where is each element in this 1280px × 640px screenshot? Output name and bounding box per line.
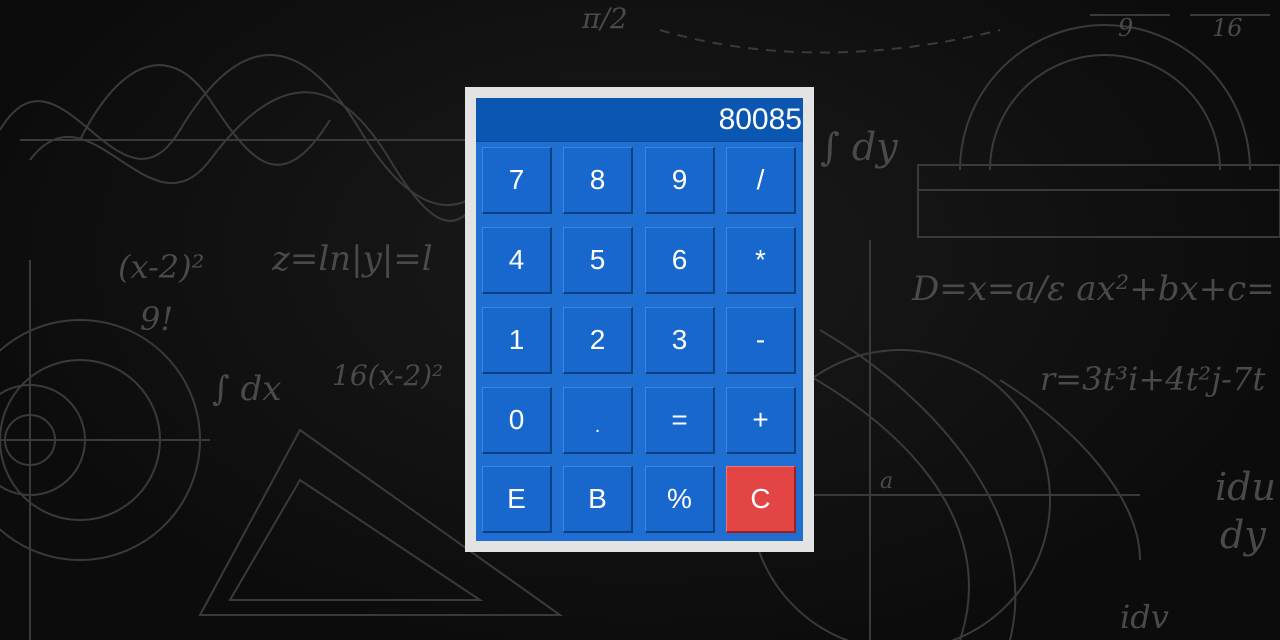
key-9[interactable]: 9 bbox=[645, 147, 715, 214]
svg-text:∫ dy: ∫ dy bbox=[820, 125, 898, 169]
svg-text:a: a bbox=[880, 469, 893, 494]
svg-text:idv: idv bbox=[1120, 598, 1169, 636]
calculator-window: 80085 7 8 9 / 4 5 6 * 1 2 3 - 0 . = + E … bbox=[465, 87, 814, 552]
svg-text:idu: idu bbox=[1215, 465, 1276, 509]
svg-text:dy: dy bbox=[1220, 513, 1266, 557]
svg-text:(x-2)²: (x-2)² bbox=[118, 248, 204, 286]
key-clear[interactable]: C bbox=[726, 466, 796, 533]
key-percent[interactable]: % bbox=[645, 466, 715, 533]
calculator-display: 80085 bbox=[476, 98, 803, 142]
key-5[interactable]: 5 bbox=[563, 227, 633, 294]
svg-text:9: 9 bbox=[1118, 14, 1133, 42]
svg-text:z=ln|y|=l: z=ln|y|=l bbox=[271, 239, 433, 279]
key-2[interactable]: 2 bbox=[563, 307, 633, 374]
key-add[interactable]: + bbox=[726, 387, 796, 454]
key-divide[interactable]: / bbox=[726, 147, 796, 214]
key-4[interactable]: 4 bbox=[482, 227, 552, 294]
svg-text:π/2: π/2 bbox=[581, 2, 628, 35]
key-b[interactable]: B bbox=[563, 466, 633, 533]
key-equals[interactable]: = bbox=[645, 387, 715, 454]
key-e[interactable]: E bbox=[482, 466, 552, 533]
key-7[interactable]: 7 bbox=[482, 147, 552, 214]
key-8[interactable]: 8 bbox=[563, 147, 633, 214]
calculator-body: 80085 7 8 9 / 4 5 6 * 1 2 3 - 0 . = + E … bbox=[476, 98, 803, 541]
svg-text:9!: 9! bbox=[140, 300, 173, 338]
key-1[interactable]: 1 bbox=[482, 307, 552, 374]
svg-text:16(x-2)²: 16(x-2)² bbox=[332, 359, 443, 392]
key-subtract[interactable]: - bbox=[726, 307, 796, 374]
key-multiply[interactable]: * bbox=[726, 227, 796, 294]
key-3[interactable]: 3 bbox=[645, 307, 715, 374]
key-6[interactable]: 6 bbox=[645, 227, 715, 294]
svg-text:16: 16 bbox=[1212, 14, 1243, 42]
svg-text:r=3t³i+4t²j-7t: r=3t³i+4t²j-7t bbox=[1040, 360, 1265, 398]
key-0[interactable]: 0 bbox=[482, 387, 552, 454]
svg-text:∫ dx: ∫ dx bbox=[212, 369, 281, 409]
svg-text:D=x=a/ε ax²+bx+c=: D=x=a/ε ax²+bx+c= bbox=[911, 269, 1275, 309]
key-decimal[interactable]: . bbox=[563, 387, 633, 454]
